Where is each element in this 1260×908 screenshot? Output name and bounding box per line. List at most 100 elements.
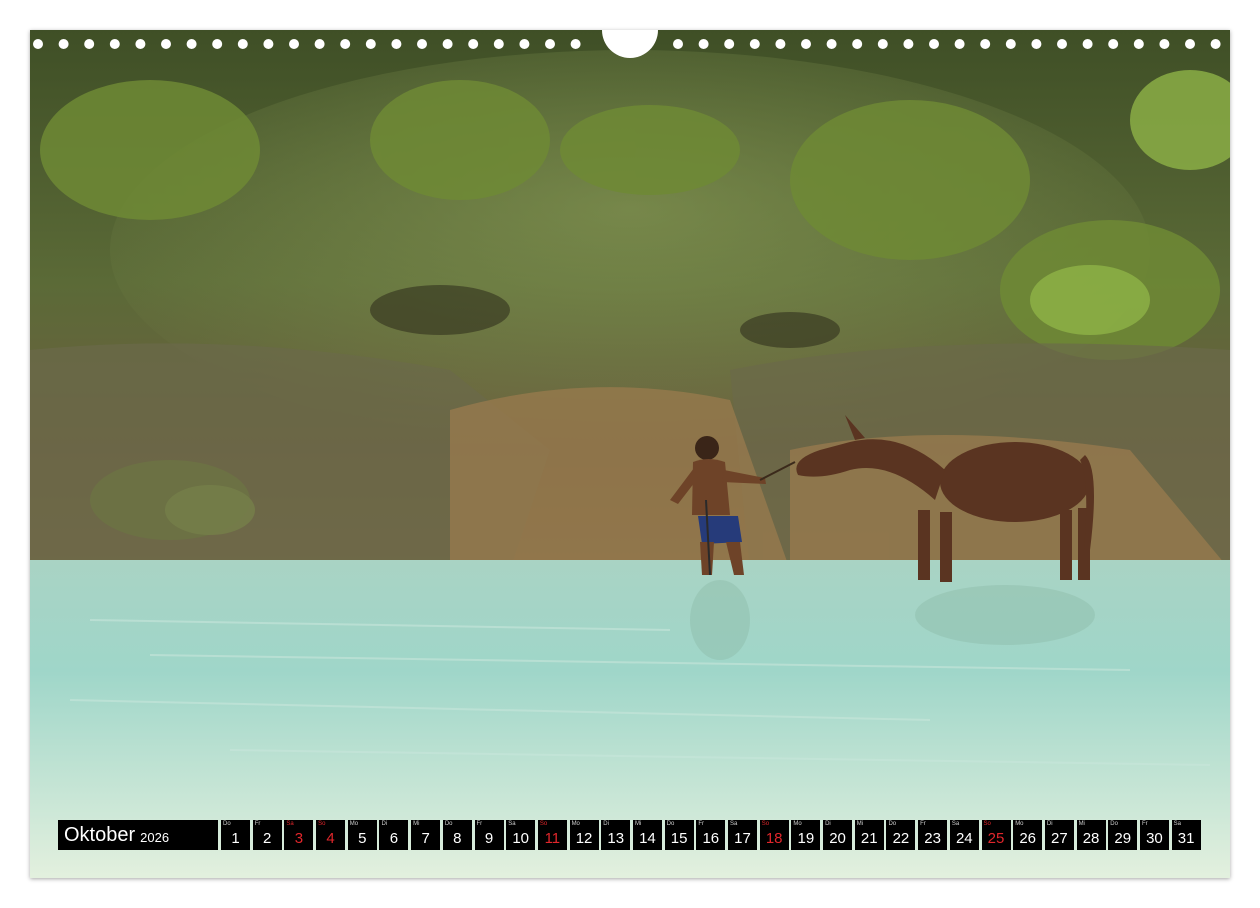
binding-hole xyxy=(801,39,811,49)
day-cell: Sa 3 xyxy=(284,820,314,850)
month-year: 2026 xyxy=(140,829,170,845)
weekday-label: Fr xyxy=(476,821,483,827)
binding-hole xyxy=(237,39,248,49)
binding-hole xyxy=(263,39,274,49)
day-number: 11 xyxy=(544,830,561,847)
binding-hole xyxy=(1057,39,1067,49)
day-cell: Mo 19 xyxy=(791,820,821,850)
month-name: Oktober xyxy=(64,823,136,846)
binding-hole xyxy=(186,39,197,49)
day-number: 29 xyxy=(1114,830,1132,847)
day-number: 15 xyxy=(670,830,688,847)
weekday-label: So xyxy=(761,821,770,827)
binding-hole xyxy=(877,39,888,49)
binding-hole xyxy=(826,39,837,49)
binding-hole xyxy=(1159,39,1170,49)
day-cell: Do 22 xyxy=(886,820,916,850)
day-cell: Sa 17 xyxy=(728,820,757,850)
day-number: 6 xyxy=(389,830,399,847)
hanger-notch xyxy=(602,30,658,58)
weekday-label: Do xyxy=(444,821,453,827)
binding-hole xyxy=(212,39,223,49)
weekday-label: Fr xyxy=(920,821,926,827)
binding-hole xyxy=(468,39,479,49)
day-number: 2 xyxy=(263,830,272,847)
day-cell: Fr 2 xyxy=(252,820,282,850)
day-number: 12 xyxy=(575,830,593,847)
day-number: 27 xyxy=(1051,830,1068,847)
binding-hole xyxy=(929,39,939,49)
month-label: Oktober 2026 xyxy=(58,820,218,850)
binding-hole xyxy=(980,39,991,49)
day-number: 7 xyxy=(421,830,430,847)
day-cell: Sa 31 xyxy=(1171,820,1201,850)
day-cell: So 18 xyxy=(759,820,789,850)
binding-hole xyxy=(109,39,120,49)
weekday-label: Mo xyxy=(571,821,580,827)
day-cell: So 4 xyxy=(316,820,346,850)
day-cells: Do 1 Fr 2 Sa 3 So 4 Mo 5 Di 6 Mi 7 Do 8 Fr 9 Sa 10 So 11 Mo 12 D… xyxy=(221,820,1203,850)
binding-hole xyxy=(1031,39,1042,49)
binding-hole xyxy=(365,39,376,49)
day-cell: Mo 5 xyxy=(347,820,377,850)
day-number: 23 xyxy=(924,830,941,847)
weekday-label: Mi xyxy=(1078,821,1085,827)
binding-hole xyxy=(33,39,43,49)
weekday-label: Do xyxy=(666,821,675,827)
binding-hole xyxy=(545,39,555,49)
binding-hole xyxy=(1210,39,1221,49)
day-number: 1 xyxy=(231,830,240,847)
day-number: 3 xyxy=(294,830,304,847)
binding-hole xyxy=(442,39,453,49)
binding-hole xyxy=(1108,39,1119,49)
binding-hole xyxy=(519,39,530,49)
weekday-label: Mo xyxy=(793,821,802,827)
day-number: 5 xyxy=(358,830,367,847)
day-cell: Di 20 xyxy=(823,820,853,850)
day-number: 31 xyxy=(1177,830,1195,847)
weekday-label: Sa xyxy=(1173,821,1181,827)
binding-hole xyxy=(135,39,146,49)
day-number: 30 xyxy=(1146,830,1163,847)
binding-hole xyxy=(340,39,351,49)
binding-hole xyxy=(698,39,709,49)
binding-hole xyxy=(1005,39,1016,49)
weekday-label: Mi xyxy=(413,821,420,827)
day-number: 19 xyxy=(797,830,815,847)
day-cell: Do 8 xyxy=(442,820,472,850)
binding-hole xyxy=(417,39,427,49)
calendar-strip: Oktober 2026 Do 1 Fr 2 Sa 3 So 4 Mo 5 Di 6 Mi 7 Do 8 Fr 9… xyxy=(58,820,1203,850)
binding-hole xyxy=(673,39,683,49)
day-number: 10 xyxy=(512,830,530,847)
day-cell: Do 29 xyxy=(1108,820,1138,850)
day-cell: Do 15 xyxy=(664,820,694,850)
day-number: 20 xyxy=(829,830,846,847)
binding-hole xyxy=(570,39,581,49)
weekday-label: Do xyxy=(223,821,231,827)
photo-boy-with-mule-in-river xyxy=(30,30,1230,878)
day-cell: Fr 16 xyxy=(696,820,726,850)
binding-hole xyxy=(314,39,325,49)
binding-hole xyxy=(289,39,299,49)
binding-hole xyxy=(391,39,402,49)
day-number: 28 xyxy=(1082,830,1100,847)
weekday-label: So xyxy=(318,821,326,827)
day-cell: Fr 9 xyxy=(474,820,504,850)
binding-hole xyxy=(84,39,95,49)
weekday-label: Do xyxy=(888,821,897,827)
weekday-label: Sa xyxy=(508,821,516,827)
binding-hole xyxy=(724,39,735,49)
weekday-label: Do xyxy=(1110,821,1118,827)
binding-hole xyxy=(58,39,69,49)
binding-hole xyxy=(493,39,504,49)
day-cell: So 25 xyxy=(981,820,1011,850)
day-cell: Di 13 xyxy=(601,820,631,850)
weekday-label: Di xyxy=(825,821,831,827)
binding-hole xyxy=(903,39,914,49)
weekday-label: Sa xyxy=(730,821,738,827)
binding-hole xyxy=(161,39,171,49)
weekday-label: Fr xyxy=(698,821,704,827)
weekday-label: Di xyxy=(1046,821,1053,827)
day-cell: Sa 24 xyxy=(949,820,979,850)
binding-holes xyxy=(33,30,1221,58)
